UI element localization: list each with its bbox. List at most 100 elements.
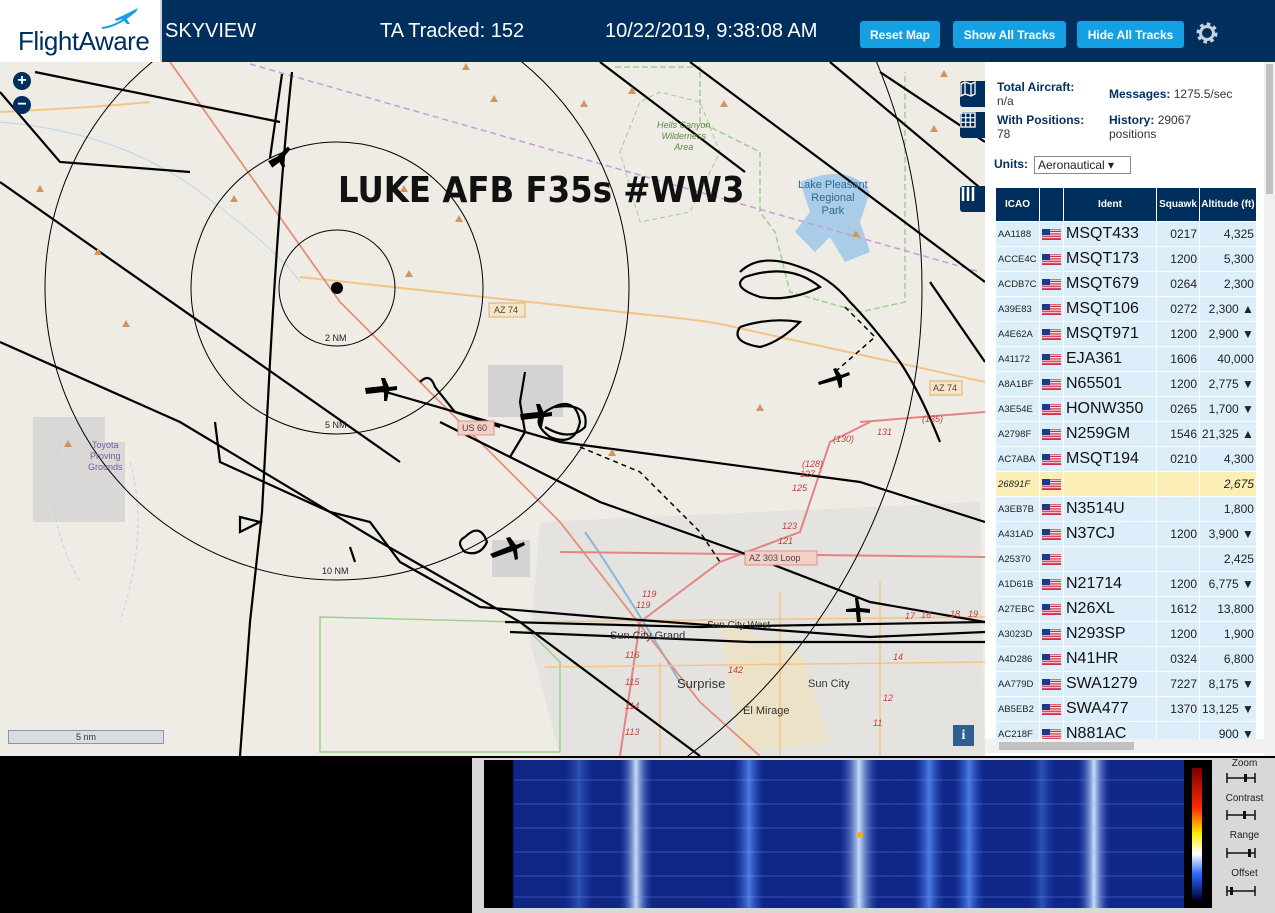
ring-label-5nm: 5 NM [325,420,347,430]
flag-cell [1040,522,1063,546]
aircraft-row[interactable]: A1D61B N21714 1200 6,775 ▼ [996,572,1256,596]
panel-horizontal-scrollbar[interactable] [985,739,1264,753]
us-flag-icon [1042,353,1061,365]
icao-cell: A39E83 [996,297,1039,321]
aircraft-row[interactable]: A431AD N37CJ 1200 3,900 ▼ [996,522,1256,546]
info-button[interactable]: i [953,725,974,746]
squawk-cell: 1546 [1157,422,1199,446]
us-flag-icon [1042,653,1061,665]
aircraft-row[interactable]: ACCE4C MSQT173 1200 5,300 [996,247,1256,271]
zoom-slider[interactable] [1226,773,1256,783]
icao-cell: A3E54E [996,397,1039,421]
flightaware-logo[interactable]: FlightAware [0,0,162,62]
aircraft-row[interactable]: A8A1BF N65501 1200 2,775 ▼ [996,372,1256,396]
offset-slider[interactable] [1226,886,1256,896]
zoom-out-button[interactable]: − [13,96,31,114]
squawk-cell: 1606 [1157,347,1199,371]
us-flag-icon [1042,278,1061,290]
ident-cell: EJA361 [1064,347,1156,371]
flag-cell [1040,622,1063,646]
route-number: 127 [800,469,816,479]
col-squawk[interactable]: Squawk [1157,188,1199,221]
aircraft-row[interactable]: A3E54E HONW350 0265 1,700 ▼ [996,397,1256,421]
flag-cell [1040,422,1063,446]
hide-all-tracks-button[interactable]: Hide All Tracks [1077,21,1184,48]
zoom-in-button[interactable]: + [13,72,31,90]
altitude-cell: 2,300 [1200,272,1256,296]
reset-map-button[interactable]: Reset Map [860,21,940,48]
range-slider[interactable] [1226,848,1256,858]
scrollbar-thumb[interactable] [999,742,1134,750]
col-altitude[interactable]: Altitude (ft) [1200,188,1256,221]
us-flag-icon [1042,478,1061,490]
map-view[interactable]: LUKE AFB F35s #WW3 2 NM 5 NM 10 NM AZ 74… [0,62,985,756]
us-flag-icon [1042,328,1061,340]
aircraft-row[interactable]: 26891F 2,675 [996,472,1256,496]
ident-cell: N26XL [1064,597,1156,621]
aircraft-row[interactable]: A25370 2,425 [996,547,1256,571]
col-icao[interactable]: ICAO [996,188,1039,221]
icao-cell: A25370 [996,547,1039,571]
altitude-cell: 13,800 [1200,597,1256,621]
top-bar: FlightAware SKYVIEW TA Tracked: 152 10/2… [0,0,1275,62]
aircraft-row[interactable]: A4E62A MSQT971 1200 2,900 ▼ [996,322,1256,346]
aircraft-row[interactable]: A41172 EJA361 1606 40,000 [996,347,1256,371]
flag-cell [1040,222,1063,246]
altitude-cell: 4,325 [1200,222,1256,246]
squawk-cell [1157,472,1199,496]
route-number: 113 [625,727,640,737]
squawk-cell [1157,497,1199,521]
icao-cell: A4E62A [996,322,1039,346]
contrast-label: Contrast [1225,793,1264,804]
grid-icon [960,112,976,128]
columns-icon [961,187,975,201]
show-all-tracks-button[interactable]: Show All Tracks [953,21,1066,48]
squawk-cell: 1200 [1157,522,1199,546]
aircraft-row[interactable]: AA1188 MSQT433 0217 4,325 [996,222,1256,246]
col-flag[interactable] [1040,188,1063,221]
route-number: (130) [833,434,855,444]
altitude-cell: 1,900 [1200,622,1256,646]
icao-cell: A3EB7B [996,497,1039,521]
units-select[interactable]: Aeronautical ▾ [1034,156,1131,174]
col-ident[interactable]: Ident [1064,188,1156,221]
gear-icon[interactable] [1194,20,1220,46]
with-positions-stat: With Positions: 78 [997,113,1084,141]
altitude-cell: 5,300 [1200,247,1256,271]
flag-cell [1040,672,1063,696]
aircraft-row[interactable]: A27EBC N26XL 1612 13,800 [996,597,1256,621]
scrollbar-thumb[interactable] [1266,64,1273,194]
map-layers-button[interactable] [960,81,985,107]
squawk-cell: 0210 [1157,447,1199,471]
us-flag-icon [1042,303,1061,315]
grid-toggle-button[interactable] [960,112,985,138]
icao-cell: AC7ABA [996,447,1039,471]
aircraft-row[interactable]: ACDB7C MSQT679 0264 2,300 [996,272,1256,296]
columns-toggle-button[interactable] [960,186,985,212]
icao-cell: ACCE4C [996,247,1039,271]
aircraft-row[interactable]: A3EB7B N3514U 1,800 [996,497,1256,521]
messages-stat: Messages: 1275.5/sec [1109,87,1232,101]
aircraft-row[interactable]: AC7ABA MSQT194 0210 4,300 [996,447,1256,471]
altitude-cell: 1,800 [1200,497,1256,521]
aircraft-row[interactable]: A3023D N293SP 1200 1,900 [996,622,1256,646]
aircraft-row[interactable]: A39E83 MSQT106 0272 2,300 ▲ [996,297,1256,321]
aircraft-row[interactable]: AA779D SWA1279 7227 8,175 ▼ [996,672,1256,696]
aircraft-row[interactable]: A4D286 N41HR 0324 6,800 [996,647,1256,671]
route-number: 11 [873,718,883,728]
icao-cell: A431AD [996,522,1039,546]
us-flag-icon [1042,703,1061,715]
squawk-cell: 0217 [1157,222,1199,246]
contrast-slider[interactable] [1226,810,1256,820]
waterfall-controls: Zoom Contrast Range Offset [1214,758,1275,913]
ident-cell: MSQT679 [1064,272,1156,296]
ident-cell: MSQT433 [1064,222,1156,246]
flag-cell [1040,597,1063,621]
aircraft-row[interactable]: AB5EB2 SWA477 1370 13,125 ▼ [996,697,1256,721]
aircraft-row[interactable]: A2798F N259GM 1546 21,325 ▲ [996,422,1256,446]
route-number: 114 [625,701,640,711]
total-aircraft-stat: Total Aircraft: n/a [997,80,1074,108]
flag-cell [1040,472,1063,496]
panel-vertical-scrollbar[interactable] [1264,62,1275,756]
route-number: 18 [950,609,961,619]
